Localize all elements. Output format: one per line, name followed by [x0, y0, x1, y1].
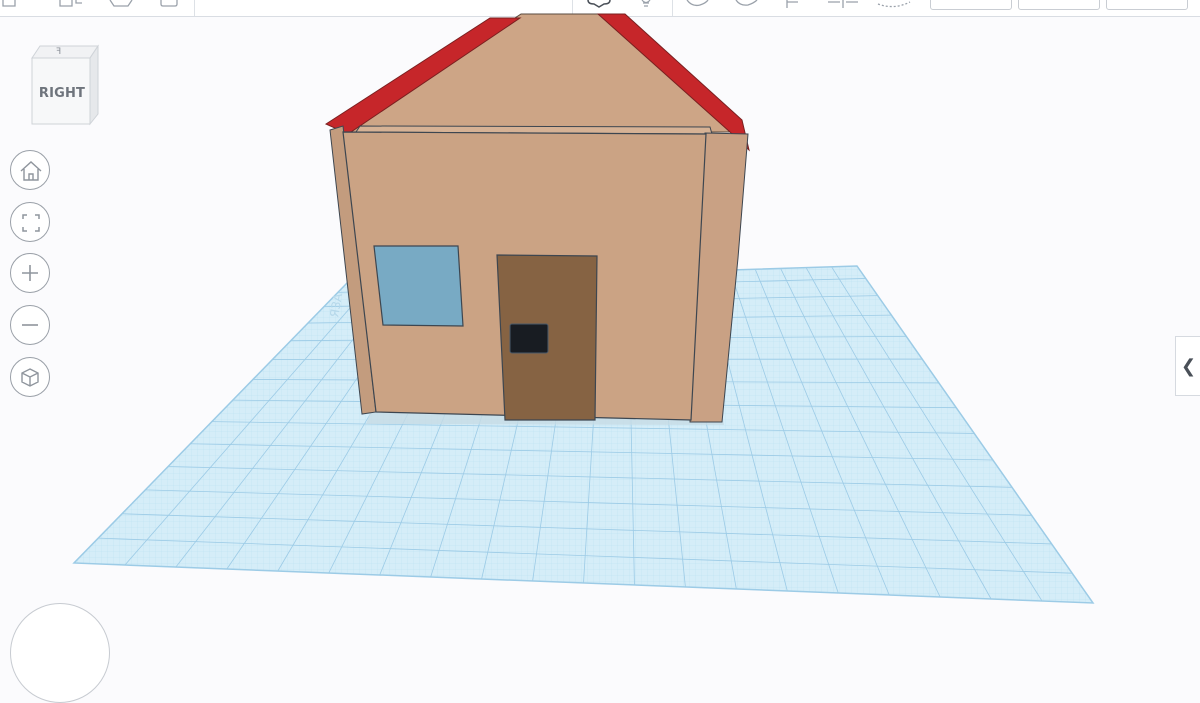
home-view-button[interactable] — [10, 150, 50, 190]
window[interactable] — [373, 245, 464, 327]
zoom-out-icon — [22, 324, 38, 326]
perspective-cube-icon — [21, 368, 39, 387]
door-handle[interactable] — [509, 323, 549, 354]
ortho-perspective-button[interactable] — [10, 357, 50, 397]
chevron-left-icon: ❮ — [1181, 356, 1197, 377]
fit-to-view-button[interactable] — [10, 202, 50, 242]
view-cube-shape[interactable] — [28, 44, 100, 126]
house-model[interactable] — [324, 13, 750, 425]
home-icon — [20, 161, 42, 181]
view-cube[interactable]: ꟻ RIGHT — [28, 44, 100, 126]
panel-toggle-button[interactable]: ❮ — [1175, 336, 1200, 396]
zoom-in-icon — [22, 265, 38, 281]
view-cube-face-label[interactable]: RIGHT — [32, 86, 92, 101]
fit-to-view-icon — [22, 214, 40, 232]
view-dial[interactable] — [10, 603, 110, 703]
zoom-out-button[interactable] — [10, 305, 50, 345]
zoom-in-button[interactable] — [10, 253, 50, 293]
3d-viewport[interactable]: ЯЗA — [0, 0, 1200, 630]
view-cube-top-label: ꟻ — [56, 47, 62, 57]
